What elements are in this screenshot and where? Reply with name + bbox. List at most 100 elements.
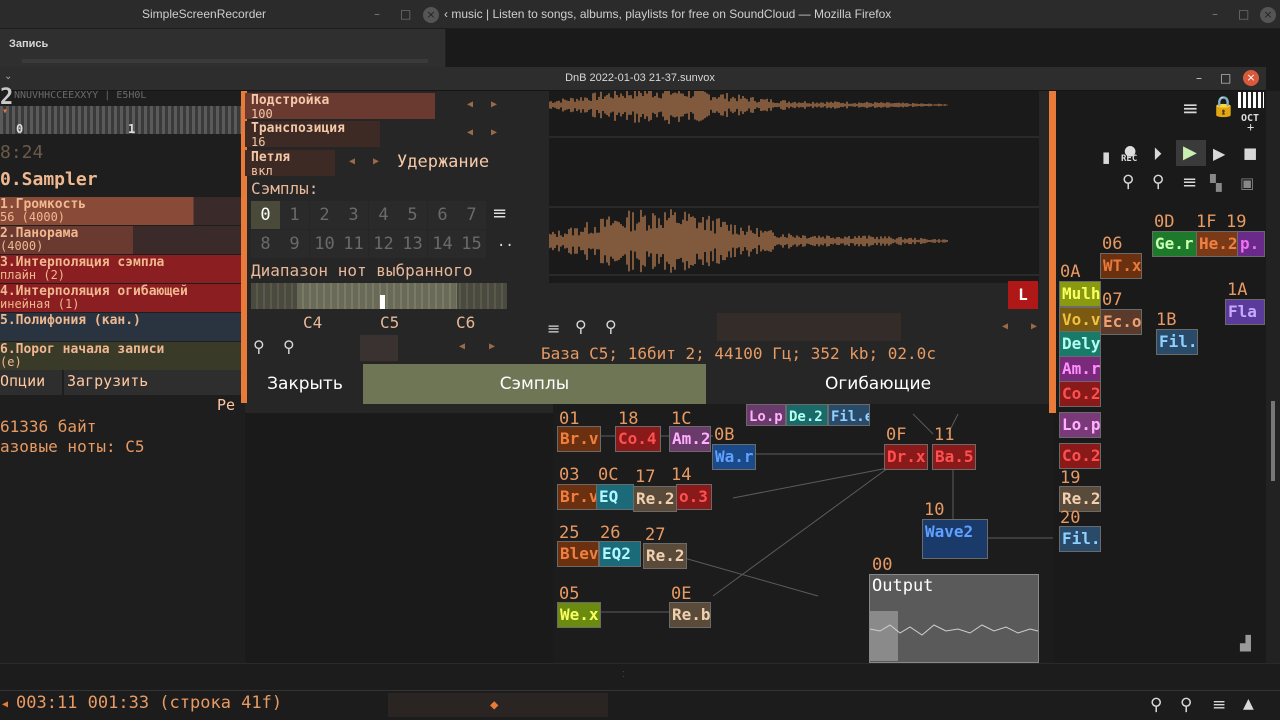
- sample-slot-5[interactable]: 5: [398, 201, 427, 229]
- graph-fit-icon[interactable]: ▣: [1240, 174, 1254, 192]
- range-scroll-handle[interactable]: [360, 335, 398, 361]
- wave-right-icon[interactable]: ▶: [1031, 321, 1037, 332]
- tune-right-icon[interactable]: ▶: [491, 99, 497, 110]
- sample-slot-3[interactable]: 3: [339, 201, 368, 229]
- range-left-icon[interactable]: ◀: [459, 341, 465, 352]
- recorder-window-title[interactable]: SimpleScreenRecorder: [142, 7, 266, 21]
- re-button[interactable]: Ре: [217, 396, 235, 414]
- firefox-close-button[interactable]: ×: [1260, 7, 1276, 23]
- wave-scroll-handle[interactable]: [717, 313, 901, 341]
- octave-plus-icon[interactable]: +: [1247, 120, 1254, 134]
- samples-more-button[interactable]: ..: [497, 234, 514, 250]
- module-node[interactable]: EQ2: [599, 541, 641, 567]
- module-node[interactable]: Blev: [557, 541, 599, 567]
- module-node[interactable]: EQ: [596, 484, 634, 510]
- sample-slot-4[interactable]: 4: [369, 201, 398, 229]
- waveform-view[interactable]: L: [548, 85, 1039, 309]
- graph-splitter[interactable]: [1049, 91, 1055, 413]
- sample-slot-0[interactable]: 0: [251, 201, 280, 229]
- resize-grip-icon[interactable]: ▟: [1240, 636, 1251, 652]
- module-node[interactable]: Co.2: [1059, 381, 1101, 407]
- module-node[interactable]: Ec.o: [1100, 309, 1142, 335]
- vertical-scrollbar[interactable]: [1266, 91, 1280, 663]
- tab-samples[interactable]: Сэмплы: [363, 364, 706, 404]
- prop-polyphony[interactable]: 5.Полифония (кан.): [0, 313, 242, 341]
- chevron-down-icon[interactable]: ⌄: [4, 71, 12, 82]
- timeline-menu-icon[interactable]: ≡: [1212, 695, 1226, 715]
- hold-button[interactable]: Удержание: [397, 152, 489, 172]
- module-node[interactable]: Am.2: [669, 426, 711, 452]
- prop-sample-interpolation[interactable]: 3.Интерполяция сэмпла плайн (2): [0, 255, 242, 283]
- options-button[interactable]: Опции: [0, 370, 62, 395]
- module-node[interactable]: Re.2: [633, 486, 677, 512]
- module-node[interactable]: Co.2: [1059, 443, 1101, 469]
- module-node[interactable]: Mulh: [1059, 281, 1101, 307]
- sample-slot-11[interactable]: 11: [339, 230, 368, 258]
- sample-slot-15[interactable]: 15: [457, 230, 486, 258]
- sample-slot-10[interactable]: 10: [310, 230, 339, 258]
- wave-menu-icon[interactable]: ≡: [547, 319, 560, 338]
- graph-menu-icon[interactable]: ≡: [1182, 172, 1197, 193]
- recorder-close-button[interactable]: ×: [423, 7, 439, 23]
- module-node[interactable]: Fil.r: [1156, 329, 1198, 355]
- tune-slider[interactable]: Подстройка 100: [245, 93, 435, 119]
- status-left-arrow-icon[interactable]: ◀: [2, 699, 8, 710]
- module-node[interactable]: Fla: [1225, 299, 1265, 325]
- channel-badge[interactable]: L: [1008, 281, 1038, 309]
- module-node[interactable]: Br.v: [557, 484, 599, 510]
- wave-zoom-out-icon[interactable]: ⚲: [605, 317, 617, 336]
- note-range-selection[interactable]: [297, 283, 457, 309]
- graph-layout-icon[interactable]: ▚: [1210, 174, 1222, 192]
- recorder-maximize-button[interactable]: □: [400, 7, 411, 21]
- transpose-left-icon[interactable]: ◀: [467, 127, 473, 138]
- module-node[interactable]: Re.2: [643, 543, 687, 569]
- samples-menu-icon[interactable]: ≡: [492, 203, 507, 224]
- module-node[interactable]: De.2: [786, 404, 828, 426]
- module-node[interactable]: We.x: [557, 602, 601, 628]
- firefox-minimize-button[interactable]: –: [1212, 7, 1218, 21]
- graph-zoom-out-icon[interactable]: ⚲: [1152, 172, 1164, 192]
- module-node[interactable]: Dely: [1059, 331, 1101, 357]
- sample-slot-14[interactable]: 14: [428, 230, 457, 258]
- loop-right-icon[interactable]: ▶: [373, 156, 379, 167]
- load-button[interactable]: Загрузить: [64, 370, 242, 395]
- sunvox-minimize-button[interactable]: –: [1196, 71, 1202, 85]
- prop-pan[interactable]: 2.Панорама (4000): [0, 226, 242, 254]
- firefox-window-title[interactable]: ‹ music | Listen to songs, albums, playl…: [444, 7, 891, 21]
- timeline-up-icon[interactable]: ▲: [1243, 696, 1254, 712]
- output-module[interactable]: Output: [869, 574, 1039, 663]
- wave-left-icon[interactable]: ◀: [1002, 321, 1008, 332]
- module-node[interactable]: He.2: [1196, 231, 1238, 257]
- module-node[interactable]: Vo.v: [1059, 307, 1101, 333]
- module-node[interactable]: Wa.r: [712, 444, 756, 470]
- firefox-maximize-button[interactable]: □: [1238, 7, 1249, 21]
- loop-left-icon[interactable]: ◀: [349, 156, 355, 167]
- stop-icon[interactable]: ■: [1243, 144, 1257, 162]
- sample-slot-6[interactable]: 6: [428, 201, 457, 229]
- sample-slot-13[interactable]: 13: [398, 230, 427, 258]
- sunvox-close-button[interactable]: ×: [1243, 70, 1259, 86]
- wave-zoom-in-icon[interactable]: ⚲: [575, 317, 587, 336]
- module-node[interactable]: WT.x: [1100, 253, 1142, 279]
- timeline-zoom-in-icon[interactable]: ⚲: [1150, 695, 1162, 715]
- graph-zoom-in-icon[interactable]: ⚲: [1122, 172, 1134, 192]
- module-node[interactable]: Ge.r: [1152, 231, 1197, 257]
- module-node[interactable]: Lo.p: [1059, 412, 1101, 438]
- scrollbar-thumb[interactable]: [1271, 401, 1275, 481]
- zoom-out-icon[interactable]: ⚲: [283, 337, 295, 356]
- prop-volume[interactable]: 1.Громкость 56 (4000): [0, 197, 242, 225]
- sample-slot-9[interactable]: 9: [280, 230, 309, 258]
- module-node[interactable]: Fil.e: [828, 404, 870, 426]
- pattern-ruler[interactable]: [0, 106, 242, 134]
- module-node[interactable]: Dr.x: [884, 444, 928, 470]
- range-right-icon[interactable]: ▶: [489, 341, 495, 352]
- module-node[interactable]: Co.4: [615, 426, 661, 452]
- play-pattern-icon[interactable]: ▶: [1213, 144, 1225, 163]
- module-node[interactable]: Fil.2: [1059, 526, 1101, 552]
- tab-envelopes[interactable]: Огибающие: [706, 364, 1050, 404]
- module-node[interactable]: o.3: [676, 484, 712, 510]
- module-node[interactable]: Lo.p: [746, 404, 786, 426]
- transpose-slider[interactable]: Транспозиция 16: [245, 121, 380, 147]
- module-node[interactable]: Am.r: [1059, 356, 1101, 382]
- recorder-minimize-button[interactable]: –: [374, 7, 380, 21]
